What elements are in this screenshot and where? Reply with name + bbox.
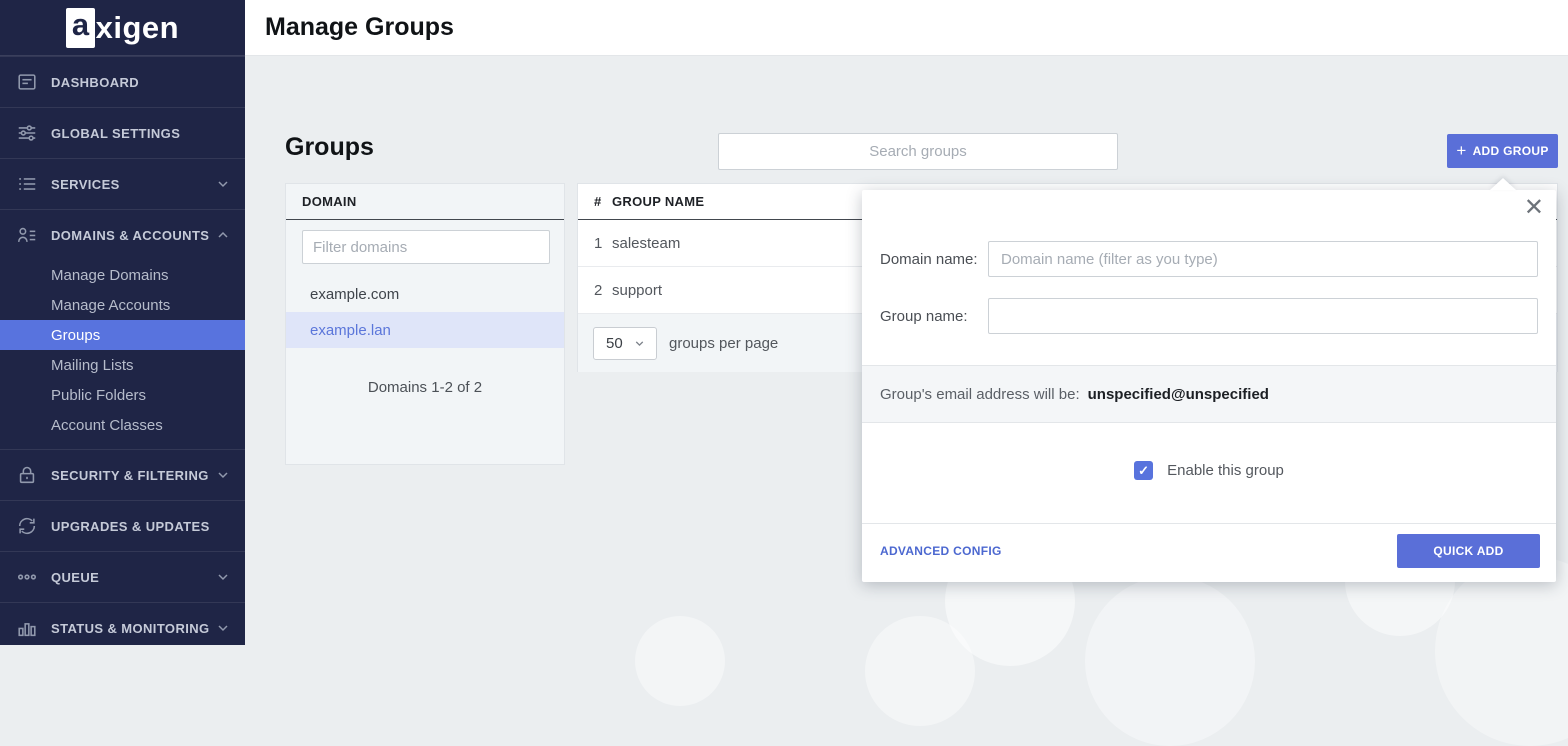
- domain-row-example-com[interactable]: example.com: [286, 276, 564, 312]
- filter-domains-input[interactable]: [302, 230, 550, 264]
- enable-group-label: Enable this group: [1167, 462, 1284, 479]
- group-name-label: Group name:: [862, 308, 988, 325]
- sidebar-item-queue[interactable]: QUEUE: [0, 551, 245, 602]
- main-content: Groups + ADD GROUP DOMAIN example.com ex…: [245, 56, 1568, 645]
- sliders-icon: [16, 122, 38, 144]
- group-name-cell: support: [612, 282, 662, 299]
- sidebar-item-label: DOMAINS & ACCOUNTS: [51, 228, 215, 243]
- chevron-down-icon: [215, 176, 231, 192]
- sidebar-item-global-settings[interactable]: GLOBAL SETTINGS: [0, 107, 245, 158]
- domain-name: example.lan: [310, 322, 391, 339]
- group-name-cell: salesteam: [612, 235, 680, 252]
- top-header: Manage Groups: [245, 0, 1568, 56]
- sidebar-item-manage-domains[interactable]: Manage Domains: [0, 260, 245, 290]
- bar-chart-icon: [16, 617, 38, 639]
- row-number: 2: [578, 282, 612, 299]
- sub-item-label: Account Classes: [51, 417, 163, 434]
- domain-panel: DOMAIN example.com example.lan Domains 1…: [285, 183, 565, 465]
- email-preview-band: Group's email address will be: unspecifi…: [862, 365, 1556, 423]
- logo-text: xigen: [96, 10, 179, 46]
- domain-name-label: Domain name:: [862, 251, 988, 268]
- decorative-circle: [865, 616, 975, 726]
- popup-divider: [862, 523, 1556, 524]
- column-header-group-name: GROUP NAME: [612, 194, 704, 209]
- list-icon: [16, 173, 38, 195]
- add-group-button[interactable]: + ADD GROUP: [1447, 134, 1558, 168]
- popup-caret: [1490, 178, 1516, 190]
- plus-icon: +: [1456, 142, 1466, 159]
- enable-group-checkbox[interactable]: ✓: [1134, 461, 1153, 480]
- domains-accounts-submenu: Manage Domains Manage Accounts Groups Ma…: [0, 260, 245, 449]
- chevron-down-icon: [215, 620, 231, 636]
- domain-name: example.com: [310, 286, 399, 303]
- per-page-select[interactable]: 50: [593, 327, 657, 360]
- sidebar-item-label: SECURITY & FILTERING: [51, 468, 215, 483]
- sidebar-item-label: GLOBAL SETTINGS: [51, 126, 231, 141]
- quick-add-button[interactable]: QUICK ADD: [1397, 534, 1540, 568]
- user-list-icon: [16, 224, 38, 246]
- group-name-field-row: Group name:: [862, 298, 1556, 334]
- per-page-value: 50: [606, 335, 623, 352]
- sidebar-item-dashboard[interactable]: DASHBOARD: [0, 56, 245, 107]
- sidebar: axigen DASHBOARD GLOBAL SETTINGS SERVICE…: [0, 0, 245, 645]
- sub-item-label: Public Folders: [51, 387, 146, 404]
- chevron-up-icon: [215, 227, 231, 243]
- sidebar-item-manage-accounts[interactable]: Manage Accounts: [0, 290, 245, 320]
- lock-icon: [16, 464, 38, 486]
- domain-name-field-row: Domain name:: [862, 241, 1556, 277]
- sub-item-label: Manage Domains: [51, 267, 169, 284]
- chevron-down-icon: [215, 467, 231, 483]
- sidebar-item-services[interactable]: SERVICES: [0, 158, 245, 209]
- add-group-label: ADD GROUP: [1473, 144, 1549, 158]
- row-number: 1: [578, 235, 612, 252]
- sidebar-item-status-monitoring[interactable]: STATUS & MONITORING: [0, 602, 245, 653]
- decorative-circle: [1085, 576, 1255, 746]
- dashboard-icon: [16, 71, 38, 93]
- search-groups-input[interactable]: [718, 133, 1118, 170]
- add-group-popup: ✕ Domain name: Group name: Group's email…: [862, 190, 1556, 582]
- sidebar-item-label: STATUS & MONITORING: [51, 621, 215, 636]
- axigen-logo: axigen: [0, 0, 245, 56]
- sidebar-item-security-filtering[interactable]: SECURITY & FILTERING: [0, 449, 245, 500]
- email-preview-value: unspecified@unspecified: [1088, 386, 1269, 403]
- group-name-input[interactable]: [988, 298, 1538, 334]
- decorative-circle: [1435, 556, 1568, 746]
- enable-group-row: ✓ Enable this group: [862, 461, 1556, 480]
- queue-dots-icon: [16, 566, 38, 588]
- decorative-circle: [635, 616, 725, 706]
- domain-column-header: DOMAIN: [286, 184, 564, 220]
- sidebar-item-account-classes[interactable]: Account Classes: [0, 410, 245, 440]
- per-page-label: groups per page: [669, 335, 778, 352]
- close-icon[interactable]: ✕: [1524, 196, 1544, 220]
- sidebar-item-domains-accounts[interactable]: DOMAINS & ACCOUNTS: [0, 209, 245, 260]
- email-preview-prefix: Group's email address will be:: [880, 386, 1080, 403]
- sidebar-item-label: UPGRADES & UPDATES: [51, 519, 231, 534]
- column-header-number: #: [578, 194, 612, 209]
- sidebar-item-label: DASHBOARD: [51, 75, 231, 90]
- sub-item-label: Manage Accounts: [51, 297, 170, 314]
- sub-item-label: Groups: [51, 327, 100, 344]
- sidebar-item-label: QUEUE: [51, 570, 215, 585]
- domain-name-input[interactable]: [988, 241, 1538, 277]
- sidebar-item-public-folders[interactable]: Public Folders: [0, 380, 245, 410]
- advanced-config-link[interactable]: ADVANCED CONFIG: [880, 544, 1002, 558]
- refresh-icon: [16, 515, 38, 537]
- logo-a-mark: a: [66, 8, 95, 48]
- app-root: { "app": { "logo_a": "a", "logo_rest": "…: [0, 0, 1568, 645]
- domains-count-label: Domains 1-2 of 2: [286, 379, 564, 396]
- chevron-down-icon: [633, 337, 646, 350]
- sidebar-item-mailing-lists[interactable]: Mailing Lists: [0, 350, 245, 380]
- chevron-down-icon: [215, 569, 231, 585]
- sidebar-item-groups[interactable]: Groups: [0, 320, 245, 350]
- sidebar-item-upgrades-updates[interactable]: UPGRADES & UPDATES: [0, 500, 245, 551]
- groups-section-title: Groups: [285, 133, 374, 162]
- sub-item-label: Mailing Lists: [51, 357, 134, 374]
- page-title: Manage Groups: [265, 13, 454, 42]
- domain-row-example-lan[interactable]: example.lan: [286, 312, 564, 348]
- sidebar-item-label: SERVICES: [51, 177, 215, 192]
